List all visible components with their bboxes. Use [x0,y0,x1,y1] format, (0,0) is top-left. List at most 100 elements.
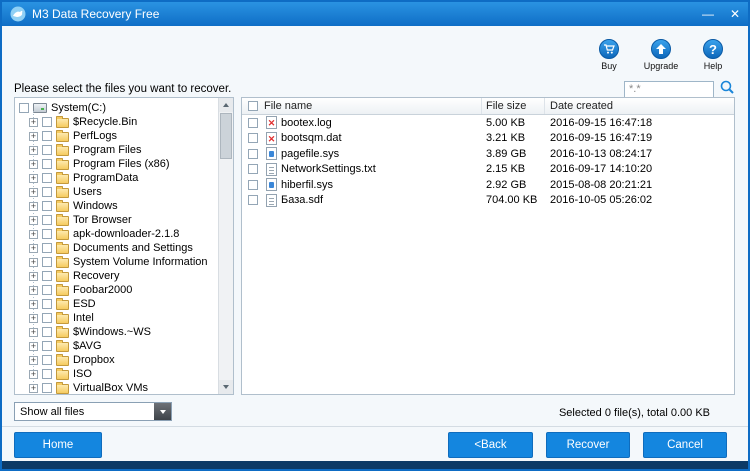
tree-item[interactable]: + Dropbox [19,353,217,367]
checkbox[interactable] [42,355,52,365]
table-row[interactable]: База.sdf 704.00 KB 2016-10-05 05:26:02 [242,193,734,209]
buy-button[interactable]: Buy [588,39,630,71]
checkbox[interactable] [42,285,52,295]
checkbox[interactable] [42,257,52,267]
tree-item[interactable]: + Tor Browser [19,213,217,227]
tree-item[interactable]: + VirtualBox VMs [19,381,217,394]
header-date-created[interactable]: Date created [545,98,734,114]
expand-icon[interactable]: + [29,173,38,183]
checkbox[interactable] [42,229,52,239]
expand-icon[interactable]: + [29,285,38,295]
scroll-up-button[interactable] [219,98,233,112]
tree-item[interactable]: + Recovery [19,269,217,283]
checkbox[interactable] [42,173,52,183]
checkbox[interactable] [42,201,52,211]
checkbox[interactable] [42,117,52,127]
expand-icon[interactable]: + [29,257,38,267]
checkbox[interactable] [42,313,52,323]
checkbox[interactable] [42,131,52,141]
tree-item[interactable]: + ESD [19,297,217,311]
file-checkbox[interactable] [248,117,258,128]
checkbox[interactable] [42,215,52,225]
checkbox[interactable] [42,187,52,197]
tree-item[interactable]: + $AVG [19,339,217,353]
checkbox[interactable] [42,327,52,337]
checkbox[interactable] [42,383,52,393]
expand-icon[interactable]: + [29,243,38,253]
folder-icon [56,255,69,268]
tree-item[interactable]: + System Volume Information [19,255,217,269]
tree-item[interactable]: + ISO [19,367,217,381]
tree-root[interactable]: System(C:) [19,101,217,115]
minimize-button[interactable]: — [702,8,714,20]
expand-icon[interactable]: + [29,313,38,323]
header-file-size[interactable]: File size [482,98,545,114]
home-button[interactable]: Home [14,432,102,458]
expand-icon[interactable]: + [29,369,38,379]
expand-icon[interactable]: + [29,159,38,169]
file-checkbox[interactable] [248,133,258,144]
expand-icon[interactable]: + [29,187,38,197]
expand-icon[interactable]: + [29,355,38,365]
tree-item[interactable]: + Windows [19,199,217,213]
select-all-checkbox[interactable] [248,101,258,111]
tree-item[interactable]: + $Recycle.Bin [19,115,217,129]
expand-icon[interactable]: + [29,201,38,211]
expand-icon[interactable]: + [29,341,38,351]
checkbox[interactable] [42,159,52,169]
expand-icon[interactable]: + [29,327,38,337]
table-row[interactable]: NetworkSettings.txt 2.15 KB 2016-09-17 14:… [242,162,734,178]
tree-item[interactable]: + ProgramData [19,171,217,185]
table-row[interactable]: bootsqm.dat 3.21 KB 2016-09-15 16:47:19 [242,131,734,147]
table-row[interactable]: hiberfil.sys 2.92 GB 2015-08-08 20:21:21 [242,177,734,193]
tree-item[interactable]: + Program Files (x86) [19,157,217,171]
tree-item[interactable]: + Users [19,185,217,199]
tree-item[interactable]: + Foobar2000 [19,283,217,297]
expand-icon[interactable]: + [29,131,38,141]
app-logo-icon [10,6,26,22]
checkbox[interactable] [19,103,29,113]
expand-icon[interactable]: + [29,299,38,309]
checkbox[interactable] [42,243,52,253]
checkbox[interactable] [42,145,52,155]
tree-scrollbar[interactable] [218,98,233,394]
tree-item[interactable]: + apk-downloader-2.1.8 [19,227,217,241]
file-checkbox[interactable] [248,195,258,206]
table-row[interactable]: bootex.log 5.00 KB 2016-09-15 16:47:18 [242,115,734,131]
tree-item-label: $Windows.~WS [73,326,151,338]
file-checkbox[interactable] [248,179,258,190]
search-box [624,79,714,98]
checkbox[interactable] [42,369,52,379]
tree-item[interactable]: + PerfLogs [19,129,217,143]
back-button[interactable]: <Back [448,432,533,458]
file-checkbox[interactable] [248,164,258,175]
expand-icon[interactable]: + [29,383,38,393]
scroll-down-button[interactable] [219,380,233,394]
folder-icon [56,367,69,380]
cancel-button[interactable]: Cancel [643,432,727,458]
header-file-name[interactable]: File name [264,100,312,112]
expand-icon[interactable]: + [29,215,38,225]
checkbox[interactable] [42,341,52,351]
expand-icon[interactable]: + [29,229,38,239]
file-checkbox[interactable] [248,148,258,159]
expand-icon[interactable]: + [29,145,38,155]
recover-button[interactable]: Recover [546,432,630,458]
expand-icon[interactable]: + [29,117,38,127]
upgrade-button[interactable]: Upgrade [640,39,682,71]
chevron-down-icon[interactable] [154,403,171,420]
checkbox[interactable] [42,299,52,309]
expand-icon[interactable]: + [29,271,38,281]
tree-item-label: Documents and Settings [73,242,193,254]
scrollbar-thumb[interactable] [220,113,232,159]
file-filter-dropdown[interactable]: Show all files [14,402,172,421]
table-row[interactable]: pagefile.sys 3.89 GB 2016-10-13 08:24:17 [242,146,734,162]
tree-item[interactable]: + Intel [19,311,217,325]
tree-item[interactable]: + Program Files [19,143,217,157]
search-input[interactable] [624,80,714,98]
close-button[interactable]: ✕ [730,8,740,20]
checkbox[interactable] [42,271,52,281]
tree-item[interactable]: + $Windows.~WS [19,325,217,339]
tree-item[interactable]: + Documents and Settings [19,241,217,255]
help-button[interactable]: ? Help [692,39,734,71]
